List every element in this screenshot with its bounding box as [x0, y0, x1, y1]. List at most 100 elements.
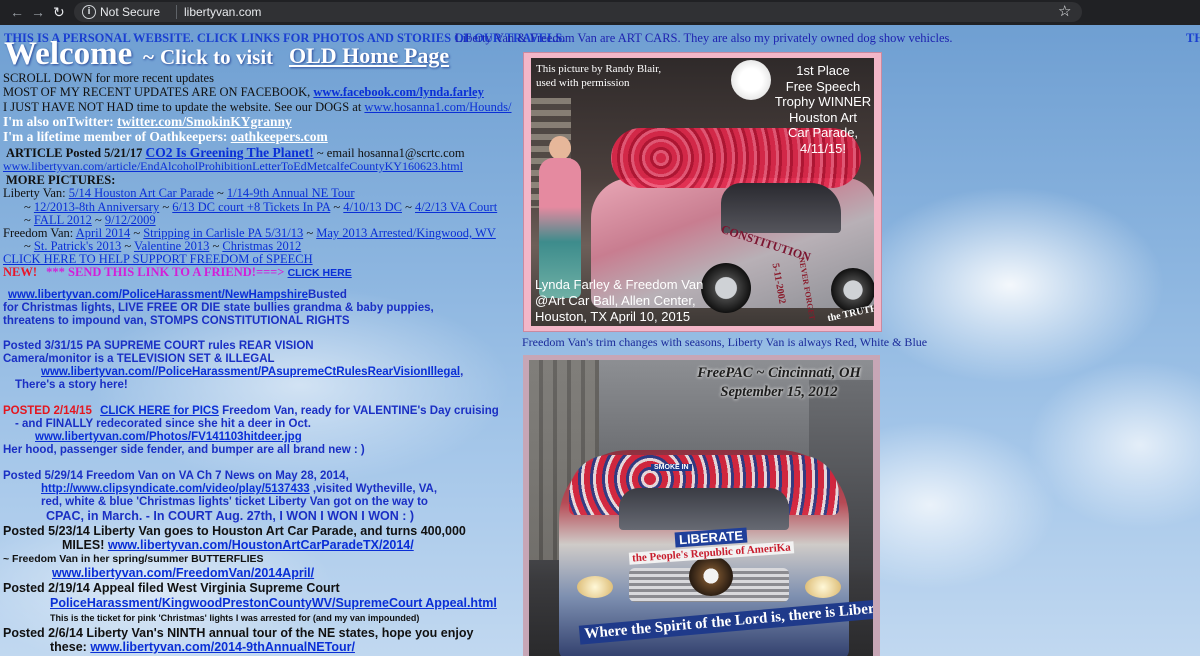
twitter-prefix: I'm also onTwitter:	[3, 114, 114, 129]
ch7-line-4: CPAC, in March. - In COURT Aug. 27th, I …	[46, 509, 415, 523]
back-arrow-icon[interactable]: ←	[10, 4, 24, 20]
facebook-link[interactable]: www.facebook.com/lynda.farley	[313, 85, 483, 99]
houston-line-1: Posted 5/23/14 Liberty Van goes to Houst…	[3, 524, 466, 538]
valentine-text: Freedom Van, ready for VALENTINE's Day c…	[222, 405, 499, 417]
nh-harassment-link[interactable]: www.libertyvan.com/PoliceHarassment/NewH…	[8, 289, 308, 301]
pa-supreme-court-link[interactable]: www.libertyvan.com//PoliceHarassment/PAs…	[41, 366, 460, 378]
send-link-text: *** SEND THIS LINK TO A FRIEND!===>	[46, 265, 285, 279]
headlight-right	[805, 576, 841, 598]
pa-line-1: Posted 3/31/15 PA SUPREME COURT rules RE…	[3, 340, 314, 352]
nh-line-2: for Christmas lights, LIVE FREE OR DIE s…	[3, 302, 434, 314]
liberty-link-fall-2012[interactable]: FALL 2012	[34, 213, 92, 227]
pa-line-4: There's a story here!	[15, 379, 128, 391]
ch7-line-3: red, white & blue 'Christmas lights' tic…	[41, 496, 428, 508]
freedom-van-label: Freedom Van:	[3, 226, 74, 240]
valentine-line-2: - and FINALLY redecorated since she hit …	[15, 418, 311, 430]
liberty-link-va-court[interactable]: 4/2/13 VA Court	[415, 200, 497, 214]
bookmark-star-icon[interactable]: ☆	[1058, 2, 1071, 20]
award-line-2: Free Speech	[785, 78, 861, 94]
new-badge: NEW!	[3, 265, 38, 279]
photo-caption-line-2: @Art Car Ball, Allen Center,	[535, 293, 696, 308]
photo-credit: This picture by Randy Blair, used with p…	[536, 62, 661, 90]
valentine-pics-link[interactable]: CLICK HERE for PICS	[100, 405, 219, 417]
liberty-link-anniversary[interactable]: 12/2013-8th Anniversary	[34, 200, 159, 214]
nh-busted: Busted	[307, 289, 347, 301]
freedom-link-carlisle[interactable]: Stripping in Carlisle PA 5/31/13	[143, 226, 303, 240]
car-wheel-front	[701, 263, 751, 313]
valentine-line-4: Her hood, passenger side fender, and bum…	[3, 444, 365, 456]
pa-line-3: www.libertyvan.com//PoliceHarassment/PAs…	[41, 366, 463, 378]
art-cars-banner: Liberty Van & Freedom Van are ART CARS. …	[455, 31, 953, 45]
liberty-link-dc-court[interactable]: 6/13 DC court +8 Tickets In PA	[172, 200, 330, 214]
forward-arrow-icon[interactable]: →	[31, 4, 45, 20]
eagle-ornament	[689, 556, 733, 596]
liberty-van-photo-frame: LIBERATE the People's Republic of AmeriK…	[523, 355, 880, 656]
dogs-link[interactable]: www.hosanna1.com/Hounds/	[364, 100, 511, 114]
wv-appeal-link[interactable]: PoliceHarassment/KingwoodPrestonCountyWV…	[50, 596, 497, 610]
freedom-van-april-link[interactable]: www.libertyvan.com/FreedomVan/2014April/	[52, 566, 314, 580]
freedom-van-award-photo: CONSTITUTION 5-11-2002 NEVER FORGET the …	[531, 58, 874, 326]
valentine-posted-label: POSTED 2/14/15	[3, 405, 92, 417]
clipsyndicate-link[interactable]: http://www.clipsyndicate.com/video/play/…	[41, 483, 310, 495]
hit-deer-photo-link[interactable]: www.libertyvan.com/Photos/FV141103hitdee…	[35, 431, 302, 443]
freedom-link-st-patricks[interactable]: St. Patrick's 2013	[34, 239, 121, 253]
click-here-link[interactable]: CLICK HERE	[288, 267, 352, 279]
houston-art-car-link[interactable]: www.libertyvan.com/HoustonArtCarParadeTX…	[108, 538, 414, 552]
ne-these: these:	[50, 640, 87, 654]
freepac-overlay-line-1: FreePAC ~ Cincinnati, OH	[697, 365, 861, 381]
trim-changes-caption: Freedom Van's trim changes with seasons,…	[522, 335, 928, 349]
browser-toolbar: ← → ↻ i Not Secure libertyvan.com ☆	[0, 0, 1200, 25]
butterflies-link-line: www.libertyvan.com/FreedomVan/2014April/	[52, 566, 314, 580]
award-line-4: Houston Art	[789, 109, 857, 125]
liberty-van-row-1: Liberty Van: 5/14 Houston Art Car Parade…	[3, 186, 355, 200]
address-divider	[176, 5, 177, 19]
liberty-link-houston[interactable]: 5/14 Houston Art Car Parade	[69, 186, 214, 200]
liberty-link-dc[interactable]: 4/10/13 DC	[343, 200, 402, 214]
ch7-after-text: ,visited Wytheville, VA,	[312, 483, 438, 495]
photo-caption: Lynda Farley & Freedom Van @Art Car Ball…	[535, 277, 703, 325]
butterflies-line: ~ Freedom Van in her spring/summer BUTTE…	[3, 553, 264, 565]
ne-tour-link[interactable]: www.libertyvan.com/2014-9thAnnualNETour/	[90, 640, 355, 654]
liberty-van-label: Liberty Van:	[3, 186, 66, 200]
valentine-line-1: POSTED 2/14/15 CLICK HERE for PICS Freed…	[3, 405, 499, 417]
freedom-link-christmas[interactable]: Christmas 2012	[222, 239, 301, 253]
nh-line-1: www.libertyvan.com/PoliceHarassment/NewH…	[8, 289, 347, 301]
not-secure-label: Not Secure	[100, 5, 161, 19]
co2-article-link[interactable]: CO2 Is Greening The Planet!	[146, 145, 314, 160]
email-text: ~ email hosanna1@scrtc.com	[316, 146, 465, 160]
award-line-3: Trophy WINNER	[774, 94, 872, 109]
dogs-line: I JUST HAVE NOT HAD time to update the w…	[3, 100, 512, 115]
freedom-link-kingwood[interactable]: May 2013 Arrested/Kingwood, WV	[316, 226, 496, 240]
twitter-link[interactable]: twitter.com/SmokinKYgranny	[117, 114, 292, 129]
award-line-5: Car Parade,	[787, 125, 859, 140]
liberty-van-photo: LIBERATE the People's Republic of AmeriK…	[529, 360, 873, 656]
info-icon[interactable]: i	[82, 5, 96, 19]
address-bar[interactable]: i Not Secure libertyvan.com	[74, 2, 1082, 22]
article-url-link[interactable]: www.libertyvan.com/article/EndAlcoholPro…	[3, 159, 463, 173]
freedom-link-april-2014[interactable]: April 2014	[76, 226, 131, 240]
liberty-link-ne-tour[interactable]: 1/14-9th Annual NE Tour	[227, 186, 355, 200]
url-text[interactable]: libertyvan.com	[184, 5, 261, 19]
article-url-line: www.libertyvan.com/article/EndAlcoholPro…	[3, 159, 463, 174]
reload-icon[interactable]: ↻	[53, 4, 65, 21]
support-freedom-link[interactable]: CLICK HERE TO HELP SUPPORT FREEDOM of SP…	[3, 252, 313, 266]
oath-prefix: I'm a lifetime member of Oathkeepers:	[3, 129, 228, 144]
ch7-line-2: http://www.clipsyndicate.com/video/play/…	[41, 483, 437, 495]
old-home-page-link[interactable]: OLD Home Page	[289, 43, 449, 69]
street-light-globe	[731, 60, 771, 100]
oathkeepers-line: I'm a lifetime member of Oathkeepers: oa…	[3, 129, 328, 145]
award-line-1: 1st Place	[796, 63, 850, 78]
photo-caption-line-1: Lynda Farley & Freedom Van	[535, 277, 704, 292]
twitter-line: I'm also onTwitter: twitter.com/SmokinKY…	[3, 114, 292, 130]
article-label: ARTICLE Posted 5/21/17	[6, 146, 143, 160]
person-head	[549, 136, 571, 160]
liberty-link-2009[interactable]: 9/12/2009	[105, 213, 156, 227]
wv-ticket-note: This is the ticket for pink 'Christmas' …	[50, 613, 420, 623]
ne-line-2: these: www.libertyvan.com/2014-9thAnnual…	[50, 640, 355, 654]
freepac-overlay: FreePAC ~ Cincinnati, OH September 15, 2…	[687, 364, 871, 402]
freedom-link-valentine[interactable]: Valentine 2013	[134, 239, 209, 253]
freedom-van-award-photo-frame: CONSTITUTION 5-11-2002 NEVER FORGET the …	[523, 52, 882, 332]
smoke-in-sign: SMOKE IN	[651, 464, 692, 471]
nh-line-3: threatens to impound van, STOMPS CONSTIT…	[3, 315, 350, 327]
oathkeepers-link[interactable]: oathkeepers.com	[231, 129, 328, 144]
